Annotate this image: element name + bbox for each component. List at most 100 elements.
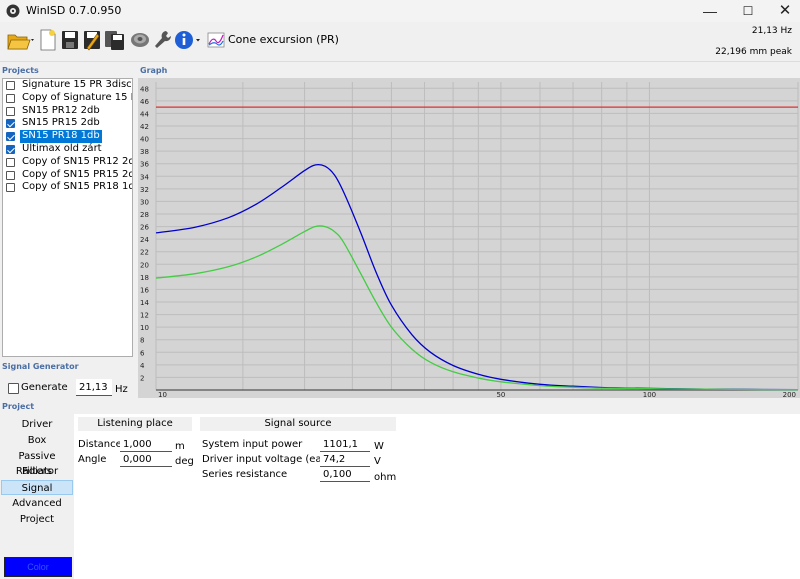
project-item[interactable]: SN15 PR15 2db: [3, 117, 132, 130]
project-label: Signature 15 PR 3disc: [22, 79, 132, 90]
project-item[interactable]: Ultimax old zárt: [3, 143, 132, 156]
project-label: SN15 PR15 2db: [22, 117, 100, 129]
new-document-icon[interactable]: [38, 28, 58, 52]
curve-color-button[interactable]: Color: [4, 557, 72, 577]
minimize-button[interactable]: —: [690, 0, 730, 22]
project-label: Copy of SN15 PR15 2db: [22, 168, 133, 180]
generator-frequency-unit: Hz: [115, 384, 128, 395]
project-item[interactable]: SN15 PR12 2db: [3, 105, 132, 118]
project-checkbox[interactable]: [6, 132, 15, 142]
cone-excursion-graph[interactable]: 2 4 6 8 10 12 14 16 18 20 22 24 26 28 30 32 34 36 38 40 42 44…: [138, 78, 800, 398]
graph-select-icon[interactable]: [207, 28, 225, 52]
project-section-label: Project: [2, 402, 35, 411]
x-tick-label: 100: [643, 391, 656, 398]
project-item[interactable]: Copy of SN15 PR12 2db: [3, 156, 132, 169]
info-icon[interactable]: [174, 28, 202, 52]
project-item[interactable]: Copy of Signature 15 PR 5d: [3, 92, 132, 105]
peak-readout: 22,196 mm peak: [715, 47, 792, 57]
project-checkbox[interactable]: [6, 183, 15, 193]
toolbar: Cone excursion (PR) 21,13 Hz 22,196 mm p…: [0, 22, 800, 62]
winisd-window: WinISD 0.7.0.950 — ☐ ✕ Cone excursion (P…: [0, 0, 800, 579]
driver-input-voltage-input[interactable]: [320, 452, 370, 467]
project-label: SN15 PR12 2db: [22, 104, 100, 116]
power-unit: W: [374, 441, 384, 452]
project-checkbox[interactable]: [6, 157, 15, 167]
plot-area: [156, 82, 798, 390]
project-checkbox[interactable]: [6, 119, 15, 129]
app-speaker-icon: [6, 4, 20, 18]
nav-item-project[interactable]: Project: [1, 512, 73, 527]
resistance-unit: ohm: [374, 472, 397, 483]
project-checkbox[interactable]: [6, 93, 15, 103]
y-tick-label: 46: [140, 98, 149, 106]
series-resistance-input[interactable]: [320, 467, 370, 482]
graph-section-label: Graph: [140, 66, 168, 75]
driver-input-voltage-label: Driver input voltage (each): [202, 454, 338, 465]
distance-label: Distance: [78, 439, 122, 450]
graph-canvas: 2468101214161820222426283032343638404244…: [140, 82, 799, 398]
y-tick-label: 38: [140, 148, 149, 156]
nav-item-signal[interactable]: Signal: [1, 480, 73, 496]
signal-source-header: Signal source: [200, 417, 396, 431]
save-as-icon[interactable]: [82, 28, 102, 52]
project-label: Copy of Signature 15 PR 5d: [22, 91, 132, 103]
project-label: Copy of SN15 PR12 2db: [22, 155, 133, 167]
y-tick-label: 20: [140, 261, 149, 269]
y-tick-label: 14: [140, 299, 149, 307]
project-checkbox[interactable]: [6, 81, 15, 90]
open-folder-icon[interactable]: [6, 28, 36, 52]
project-label: Copy of SN15 PR18 1db: [22, 181, 133, 193]
angle-label: Angle: [78, 454, 107, 465]
y-tick-label: 6: [140, 349, 145, 357]
generate-label: Generate: [21, 382, 68, 393]
nav-item-driver[interactable]: Driver: [1, 417, 73, 432]
nav-item-filters[interactable]: Filters: [1, 464, 73, 479]
system-input-power-input[interactable]: [320, 437, 370, 452]
project-checkbox[interactable]: [6, 144, 15, 154]
generator-frequency-input[interactable]: [76, 379, 112, 396]
distance-input[interactable]: [120, 437, 172, 452]
nav-item-box[interactable]: Box: [1, 433, 73, 448]
project-item[interactable]: SN15 PR18 1db: [3, 130, 132, 143]
y-tick-label: 42: [140, 123, 149, 131]
generate-checkbox[interactable]: [8, 383, 19, 394]
x-tick-label: 10: [158, 391, 167, 398]
project-label: SN15 PR18 1db: [20, 130, 102, 143]
y-tick-label: 22: [140, 249, 149, 257]
voltage-unit: V: [374, 456, 381, 467]
y-tick-label: 32: [140, 186, 149, 194]
graph-type-label[interactable]: Cone excursion (PR): [228, 33, 339, 46]
project-item[interactable]: Signature 15 PR 3disc: [3, 79, 132, 92]
series-resistance-label: Series resistance: [202, 469, 288, 480]
project-item[interactable]: Copy of SN15 PR15 2db: [3, 169, 132, 182]
project-checkbox[interactable]: [6, 170, 15, 180]
y-tick-label: 40: [140, 136, 149, 144]
y-tick-label: 4: [140, 362, 145, 370]
maximize-button[interactable]: ☐: [728, 0, 768, 22]
driver-speaker-icon[interactable]: [130, 28, 150, 52]
y-tick-label: 36: [140, 161, 149, 169]
close-button[interactable]: ✕: [765, 0, 800, 22]
nav-item-advanced[interactable]: Advanced: [1, 496, 73, 511]
x-tick-label: 200: [783, 391, 796, 398]
y-tick-label: 44: [140, 110, 149, 118]
distance-unit: m: [175, 441, 185, 452]
y-tick-label: 28: [140, 211, 149, 219]
wrench-icon[interactable]: [152, 28, 172, 52]
listening-place-header: Listening place: [78, 417, 192, 431]
project-nav: Driver Box Passive Radiator Filters Signal Ad…: [0, 414, 74, 579]
y-tick-label: 18: [140, 274, 149, 282]
y-tick-label: 10: [140, 324, 149, 332]
title-bar: WinISD 0.7.0.950 — ☐ ✕: [0, 0, 800, 22]
y-tick-label: 30: [140, 198, 149, 206]
project-checkbox[interactable]: [6, 106, 15, 116]
y-tick-label: 48: [140, 85, 149, 93]
save-icon[interactable]: [60, 28, 80, 52]
projects-list[interactable]: Signature 15 PR 3disc Copy of Signature 1…: [2, 78, 133, 357]
angle-input[interactable]: [120, 452, 172, 467]
save-all-icon[interactable]: [104, 28, 126, 52]
nav-item-passive-radiator[interactable]: Passive Radiator: [1, 449, 73, 477]
signal-panel: Listening place Distance m Angle deg Sig…: [74, 414, 800, 579]
x-tick-label: 50: [496, 391, 505, 398]
project-item[interactable]: Copy of SN15 PR18 1db: [3, 181, 132, 194]
